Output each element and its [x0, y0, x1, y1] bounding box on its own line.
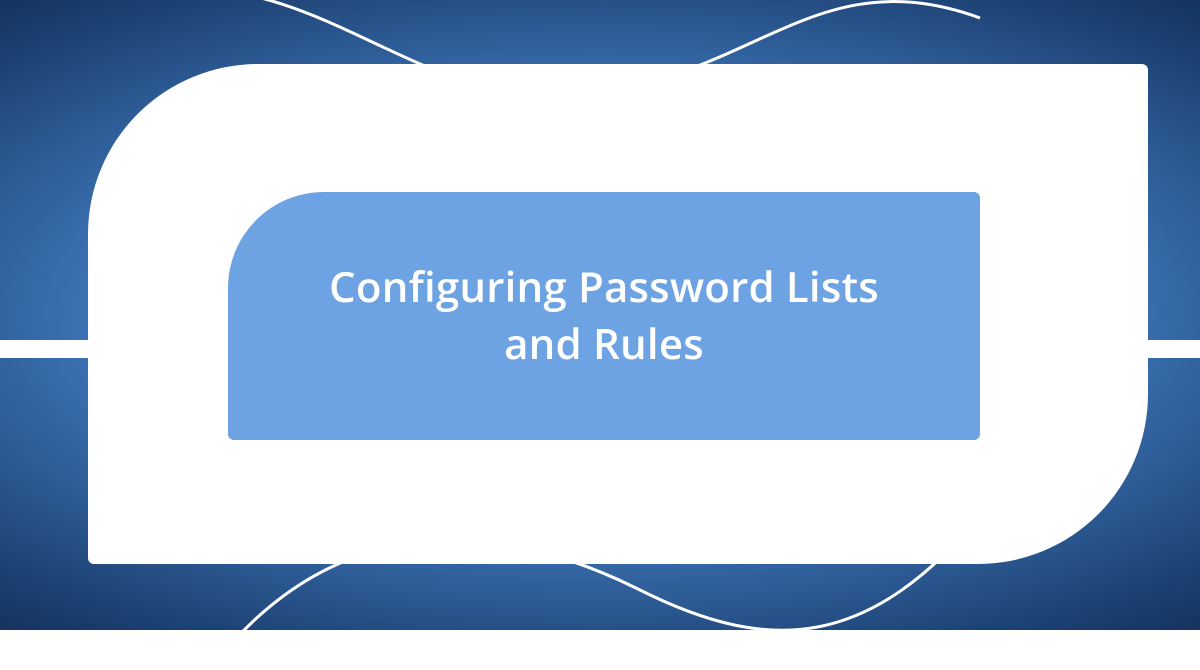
- accent-bar-left: [0, 340, 90, 358]
- inner-panel: Configuring Password Lists and Rules: [228, 192, 980, 440]
- hero-banner: Configuring Password Lists and Rules: [0, 0, 1200, 630]
- banner-title: Configuring Password Lists and Rules: [288, 259, 920, 372]
- accent-bar-right: [1144, 340, 1200, 358]
